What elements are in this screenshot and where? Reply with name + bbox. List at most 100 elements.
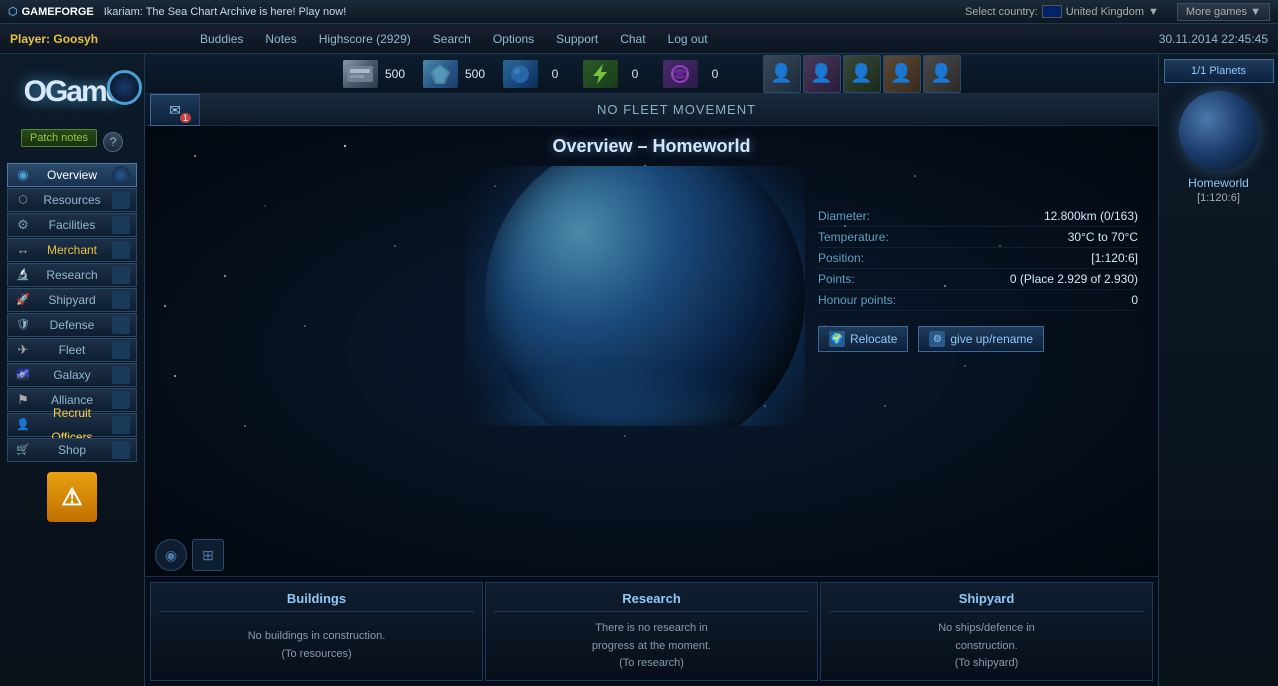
- honour-label: Honour points:: [818, 293, 896, 307]
- envelope-icon: ✉: [169, 102, 181, 119]
- avatar-2: 👤: [803, 55, 841, 93]
- nav-highscore[interactable]: Highscore (2929): [309, 28, 421, 50]
- nav-support[interactable]: Support: [546, 28, 608, 50]
- sidebar-label-shop: Shop: [32, 438, 112, 462]
- planet-thumbnail[interactable]: [1179, 91, 1259, 171]
- sidebar-item-galaxy[interactable]: Galaxy: [7, 363, 137, 387]
- sidebar-label-overview: Overview: [32, 163, 112, 187]
- sidebar-item-fleet[interactable]: Fleet: [7, 338, 137, 362]
- sidebar-item-defense[interactable]: Defense: [7, 313, 137, 337]
- galaxy-icon: [14, 366, 32, 384]
- resource-deuterium: 0: [503, 60, 568, 88]
- nav-search[interactable]: Search: [423, 28, 481, 50]
- sidebar-label-research: Research: [32, 263, 112, 287]
- shop-icon: [14, 441, 32, 459]
- crystal-value: 500: [463, 67, 488, 81]
- country-name: United Kingdom: [1066, 6, 1144, 18]
- officer-avatars: 👤 👤 👤 👤 👤: [763, 55, 961, 93]
- help-button[interactable]: ?: [103, 132, 123, 152]
- sidebar-item-officers[interactable]: Recruit Officers: [7, 413, 137, 437]
- shipyard-text: No ships/defence inconstruction.(To ship…: [938, 620, 1035, 673]
- sidebar-nav: Overview Resources Facilities Merchant R: [0, 163, 144, 462]
- research-content[interactable]: There is no research inprogress at the m…: [494, 620, 809, 673]
- position-label: Position:: [818, 251, 864, 265]
- diameter-label: Diameter:: [818, 209, 870, 223]
- honour-value: 0: [1131, 293, 1138, 307]
- player-info: Player: Goosyh: [10, 32, 160, 46]
- top-bar: ⬡ GAMEFORGE Ikariam: The Sea Chart Archi…: [0, 0, 1278, 24]
- temperature-label: Temperature:: [818, 230, 889, 244]
- sidebar-label-fleet: Fleet: [32, 338, 112, 362]
- info-row-honour: Honour points: 0: [818, 290, 1138, 311]
- energy-icon: [583, 60, 618, 88]
- resource-metal: 500: [343, 60, 408, 88]
- patch-notes-button[interactable]: Patch notes: [21, 129, 97, 147]
- info-row-position: Position: [1:120:6]: [818, 248, 1138, 269]
- nav-buddies[interactable]: Buddies: [190, 28, 253, 50]
- sidebar-icon-facilities: [112, 216, 130, 234]
- fleet-icon: [14, 341, 32, 359]
- warning-icon[interactable]: ⚠: [47, 472, 97, 522]
- square-icon-1[interactable]: ⊞: [192, 539, 224, 571]
- sidebar-icon-shipyard: [112, 291, 130, 309]
- nav-options[interactable]: Options: [483, 28, 544, 50]
- sidebar-icon-fleet: [112, 341, 130, 359]
- left-sidebar: OGame Patch notes ? Overview Resources: [0, 54, 145, 686]
- research-title: Research: [494, 591, 809, 612]
- sidebar-label-shipyard: Shipyard: [32, 288, 112, 312]
- buildings-title: Buildings: [159, 591, 474, 612]
- rename-label: give up/rename: [950, 332, 1033, 346]
- resource-bar: 500 500 0: [145, 54, 1158, 94]
- sidebar-item-overview[interactable]: Overview: [7, 163, 137, 187]
- darkmatter-icon: [663, 60, 698, 88]
- points-value: 0 (Place 2.929 of 2.930): [1010, 272, 1138, 286]
- info-row-diameter: Diameter: 12.800km (0/163): [818, 206, 1138, 227]
- circle-icon-1[interactable]: ◉: [155, 539, 187, 571]
- center-area: 500 500 0: [145, 54, 1158, 686]
- planet-name[interactable]: Homeworld: [1188, 176, 1249, 190]
- rename-icon: ⚙: [929, 331, 945, 347]
- deut-value: 0: [543, 67, 568, 81]
- relocate-button[interactable]: 🌍 Relocate: [818, 326, 908, 352]
- info-row-points: Points: 0 (Place 2.929 of 2.930): [818, 269, 1138, 290]
- sidebar-item-shipyard[interactable]: Shipyard: [7, 288, 137, 312]
- country-label: Select country:: [965, 6, 1038, 18]
- buildings-content[interactable]: No buildings in construction.(To resourc…: [159, 620, 474, 672]
- energy-value: 0: [623, 67, 648, 81]
- country-selector[interactable]: Select country: United Kingdom ▼: [965, 5, 1159, 18]
- news-ticker: Ikariam: The Sea Chart Archive is here! …: [104, 6, 965, 18]
- merchant-icon: [14, 241, 32, 259]
- planets-bar[interactable]: 1/1 Planets: [1164, 59, 1274, 83]
- shipyard-content[interactable]: No ships/defence inconstruction.(To ship…: [829, 620, 1144, 673]
- flag-icon: [1042, 5, 1062, 18]
- bottom-panels: Buildings No buildings in construction.(…: [145, 576, 1158, 686]
- more-games-button[interactable]: More games ▼: [1177, 3, 1270, 21]
- sidebar-item-facilities[interactable]: Facilities: [7, 213, 137, 237]
- sidebar-item-research[interactable]: Research: [7, 263, 137, 287]
- shipyard-icon: [14, 291, 32, 309]
- message-count: 1: [180, 113, 191, 123]
- relocate-label: Relocate: [850, 332, 897, 346]
- sidebar-item-resources[interactable]: Resources: [7, 188, 137, 212]
- nav-notes[interactable]: Notes: [255, 28, 306, 50]
- sidebar-icon-officers: [112, 416, 130, 434]
- planet-glow: [465, 366, 795, 426]
- sidebar-label-merchant: Merchant: [32, 238, 112, 262]
- overview-icon: [14, 166, 32, 184]
- message-button[interactable]: ✉ 1: [150, 94, 200, 126]
- deut-icon: [503, 60, 538, 88]
- research-panel: Research There is no research inprogress…: [485, 582, 818, 681]
- sidebar-icon-overview: [112, 166, 130, 184]
- shipyard-panel: Shipyard No ships/defence inconstruction…: [820, 582, 1153, 681]
- relocate-icon: 🌍: [829, 331, 845, 347]
- sidebar-item-shop[interactable]: Shop: [7, 438, 137, 462]
- planet-coords: [1:120:6]: [1197, 192, 1240, 204]
- nav-chat[interactable]: Chat: [610, 28, 655, 50]
- nav-logout[interactable]: Log out: [658, 28, 718, 50]
- sidebar-item-merchant[interactable]: Merchant: [7, 238, 137, 262]
- buildings-panel: Buildings No buildings in construction.(…: [150, 582, 483, 681]
- rename-button[interactable]: ⚙ give up/rename: [918, 326, 1044, 352]
- overview-area: Overview – Homeworld Diameter: 12.800km …: [145, 126, 1158, 576]
- game-logo: OGame: [2, 59, 142, 124]
- fleet-bar-row: ✉ 1 NO FLEET MOVEMENT: [145, 94, 1158, 126]
